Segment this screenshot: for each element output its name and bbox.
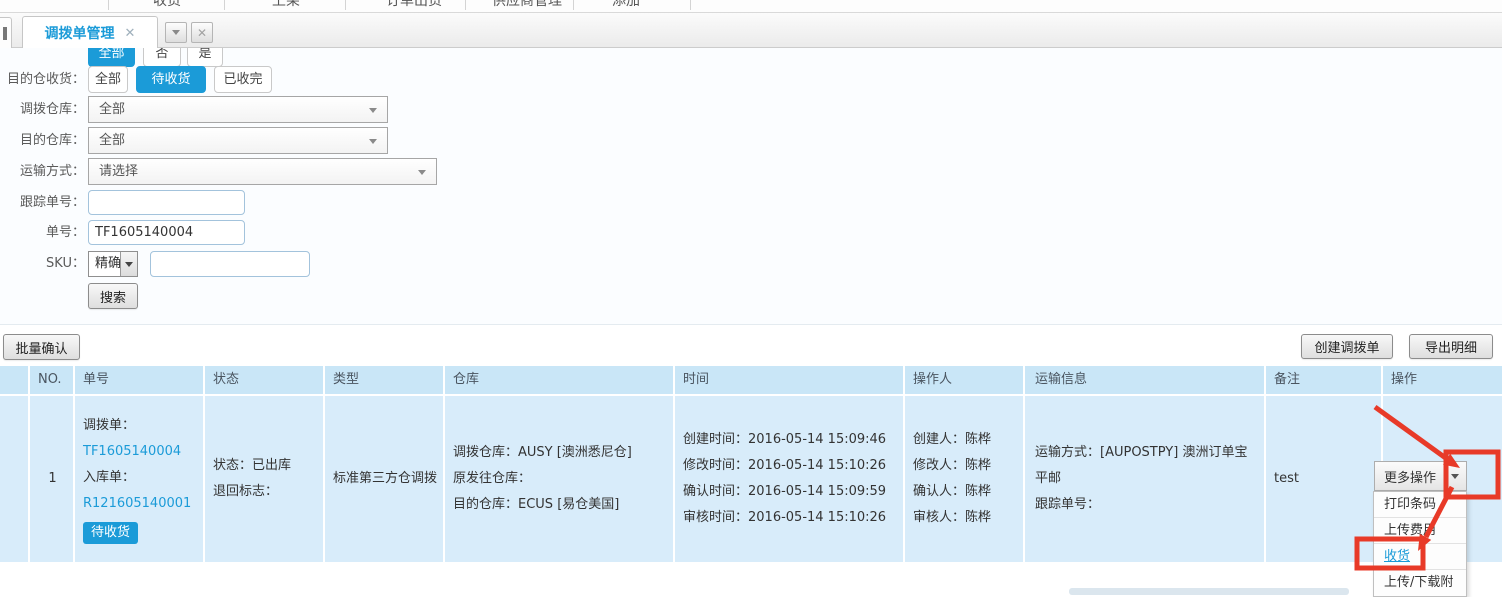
- close-all-tabs-button[interactable]: ✕: [191, 22, 213, 43]
- menu-item-order-ship[interactable]: 订单出货: [386, 0, 442, 11]
- partial-tab-fragment: [3, 27, 7, 40]
- tracking-no-input[interactable]: [88, 190, 245, 215]
- transfer-orders-table: NO. 单号 状态 类型 仓库 时间 操作人 运输信息 备注 操作 1 调拨单：…: [0, 366, 1502, 562]
- close-icon: ✕: [197, 26, 207, 40]
- menu-item-shelve[interactable]: 上架: [272, 0, 300, 11]
- chevron-down-icon: [369, 108, 377, 113]
- menu-separator: [108, 0, 109, 10]
- menu-item-supplier-mgmt[interactable]: 供应商管理: [492, 0, 562, 11]
- dest-receive-done-button[interactable]: 已收完: [214, 66, 272, 93]
- col-header-status: 状态: [205, 366, 325, 394]
- row-shipping-cell: 运输方式：[AUPOSTPY] 澳洲订单宝平邮 跟踪单号：: [1025, 396, 1266, 562]
- sku-label: SKU：: [0, 251, 85, 277]
- clipped-filter-no-button[interactable]: 否: [143, 48, 181, 67]
- row-remark-cell: test: [1266, 396, 1383, 562]
- row-status-cell: 状态：已出库 退回标志：: [205, 396, 325, 562]
- menu-item-add[interactable]: 添加: [612, 0, 640, 11]
- filter-panel: 全部 否 是 目的仓收货： 全部 待收货 已收完 调拨仓库： 全部 目的仓库： …: [0, 48, 1502, 325]
- tab-transfer-order-management[interactable]: 调拨单管理 ✕: [22, 16, 158, 49]
- shipping-method-value: 请选择: [99, 164, 138, 179]
- bottom-partial-bar: [1069, 588, 1349, 595]
- tab-title: 调拨单管理: [45, 23, 115, 43]
- chevron-down-icon: [172, 30, 180, 35]
- shipping-method-select[interactable]: 请选择: [88, 158, 437, 185]
- dest-receive-pending-button[interactable]: 待收货: [136, 66, 206, 93]
- row-order-cell: 调拨单： TF1605140004 入库单： R121605140001 待收货: [75, 396, 205, 562]
- transfer-warehouse-value: 全部: [99, 102, 125, 117]
- export-detail-button[interactable]: 导出明细: [1409, 334, 1493, 359]
- menu-separator: [224, 0, 225, 10]
- order-no-label: 单号：: [0, 220, 85, 245]
- col-header-warehouse: 仓库: [445, 366, 675, 394]
- transfer-order-prefix: 调拨单：: [83, 418, 135, 433]
- clipped-filter-all-button[interactable]: 全部: [88, 48, 135, 67]
- col-header-no: NO.: [30, 366, 75, 394]
- chevron-down-icon: [1451, 474, 1459, 479]
- top-menu-bar: 收货 上架 订单出货 供应商管理 添加: [0, 0, 1502, 13]
- transfer-warehouse-select[interactable]: 全部: [88, 96, 388, 123]
- dest-receive-all-button[interactable]: 全部: [88, 66, 128, 93]
- transfer-order-link[interactable]: TF1605140004: [83, 439, 181, 465]
- menu-separator: [690, 0, 691, 10]
- dest-warehouse-value: 全部: [99, 133, 125, 148]
- table-row: 1 调拨单： TF1605140004 入库单： R121605140001 待收货…: [0, 396, 1502, 562]
- chevron-down-icon: [369, 139, 377, 144]
- order-no-input[interactable]: [88, 220, 245, 245]
- search-button[interactable]: 搜索: [88, 283, 138, 309]
- partial-tab[interactable]: [0, 17, 12, 48]
- table-header-row: NO. 单号 状态 类型 仓库 时间 操作人 运输信息 备注 操作: [0, 366, 1502, 396]
- inbound-order-prefix: 入库单：: [83, 470, 135, 485]
- sku-mode-select[interactable]: 精确: [88, 251, 138, 277]
- sku-input[interactable]: [150, 251, 310, 277]
- col-header-remark: 备注: [1266, 366, 1383, 394]
- sku-mode-arrow-button[interactable]: [120, 252, 137, 276]
- chevron-down-icon: [125, 262, 133, 267]
- batch-confirm-button[interactable]: 批量确认: [3, 334, 80, 360]
- more-actions-button[interactable]: 更多操作: [1374, 461, 1467, 491]
- col-header-operator: 操作人: [905, 366, 1025, 394]
- menu-item-upload-download-attachment[interactable]: 上传/下载附: [1374, 570, 1466, 596]
- row-time-cell: 创建时间：2016-05-14 15:09:46 修改时间：2016-05-14…: [675, 396, 905, 562]
- row-warehouse-cell: 调拨仓库：AUSY [澳洲悉尼仓] 原发往仓库： 目的仓库：ECUS [易仓美国…: [445, 396, 675, 562]
- tracking-no-label: 跟踪单号：: [0, 190, 85, 215]
- dest-warehouse-select[interactable]: 全部: [88, 127, 388, 154]
- create-transfer-button[interactable]: 创建调拨单: [1301, 334, 1393, 359]
- inbound-order-link[interactable]: R121605140001: [83, 491, 191, 517]
- shipping-method-label: 运输方式：: [0, 158, 85, 185]
- menu-item-receive-goods[interactable]: 收货: [1374, 544, 1466, 570]
- col-header-shipping: 运输信息: [1025, 366, 1266, 394]
- dest-receive-label: 目的仓收货：: [0, 66, 85, 93]
- col-header-order: 单号: [75, 366, 205, 394]
- more-actions-menu: 打印条码 上传费用 收货 上传/下载附: [1373, 491, 1467, 597]
- more-actions-label: 更多操作: [1384, 467, 1436, 486]
- row-no-cell: 1: [30, 396, 75, 562]
- menu-item-upload-fee[interactable]: 上传费用: [1374, 518, 1466, 544]
- status-badge: 待收货: [83, 522, 138, 544]
- clipped-filter-yes-button[interactable]: 是: [187, 48, 223, 67]
- row-type-cell: 标准第三方仓调拨: [325, 396, 445, 562]
- col-header-time: 时间: [675, 366, 905, 394]
- dest-warehouse-label: 目的仓库：: [0, 127, 85, 154]
- sku-mode-value: 精确: [95, 256, 121, 271]
- menu-item-print-barcode[interactable]: 打印条码: [1374, 492, 1466, 518]
- transfer-warehouse-label: 调拨仓库：: [0, 96, 85, 123]
- menu-separator: [345, 0, 346, 10]
- row-operator-cell: 创建人：陈桦 修改人：陈桦 确认人：陈桦 审核人：陈桦: [905, 396, 1025, 562]
- col-header-type: 类型: [325, 366, 445, 394]
- tab-list-dropdown-button[interactable]: [165, 22, 187, 43]
- col-header-action: 操作: [1383, 366, 1502, 394]
- clipped-filter-row: 全部 否 是: [0, 48, 420, 68]
- tab-bar: 调拨单管理 ✕ ✕: [0, 13, 1502, 48]
- tab-close-icon[interactable]: ✕: [125, 26, 136, 41]
- menu-item-receive[interactable]: 收货: [153, 0, 181, 11]
- menu-separator: [573, 0, 574, 10]
- chevron-down-icon: [418, 170, 426, 175]
- menu-separator: [465, 0, 466, 10]
- row-select-cell: [0, 396, 30, 562]
- select-column-header: [0, 366, 30, 394]
